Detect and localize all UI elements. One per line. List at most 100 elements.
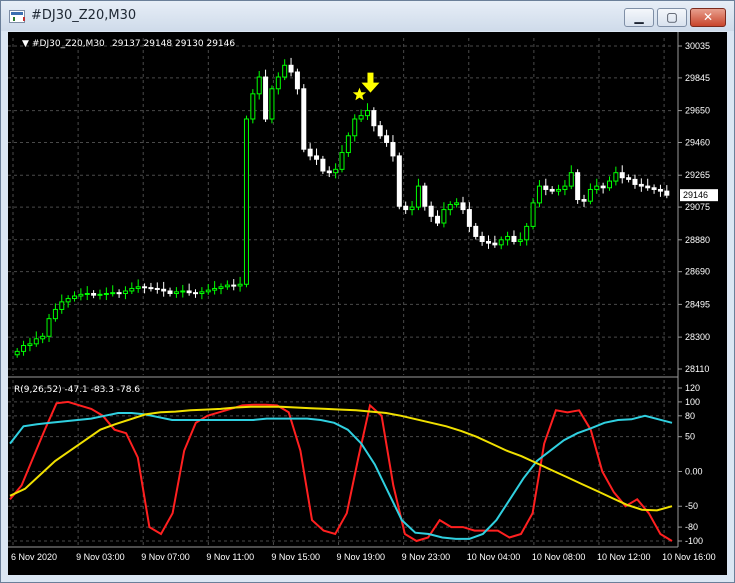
bear-candle (657, 188, 663, 192)
bear-candle (638, 183, 644, 187)
bull-candle (517, 239, 523, 242)
time-tick-label: 9 Nov 03:00 (76, 552, 125, 562)
dropdown-arrow-icon[interactable]: ▼ (22, 39, 29, 49)
bull-candle (536, 185, 542, 204)
bull-candle (243, 118, 249, 285)
bull-candle (46, 318, 52, 337)
bull-candle (556, 188, 562, 192)
bull-candle (352, 118, 358, 137)
close-button[interactable]: ✕ (690, 8, 726, 27)
bear-candle (492, 242, 498, 246)
price-tick-label: 28690 (685, 267, 710, 277)
bull-candle (199, 291, 205, 294)
bear-candle (466, 209, 472, 227)
bull-candle (27, 343, 33, 347)
bull-candle (256, 76, 262, 95)
time-tick-label: 9 Nov 07:00 (141, 552, 190, 562)
bear-candle (645, 185, 651, 189)
bull-candle (84, 292, 90, 295)
title-bar[interactable]: #DJ30_Z20,M30 ▁ ▢ ✕ (1, 1, 734, 31)
minimize-button[interactable]: ▁ (624, 8, 654, 27)
price-tick-label: 28880 (685, 235, 710, 245)
price-tick-label: 28110 (685, 364, 709, 374)
bear-candle (116, 292, 122, 295)
star-marker (352, 87, 367, 101)
bull-candle (568, 172, 574, 187)
bull-candle (447, 204, 453, 211)
bull-candle (339, 152, 345, 170)
grid (8, 38, 674, 547)
bear-candle (460, 202, 466, 211)
bear-candle (403, 205, 409, 211)
bull-candle (333, 168, 339, 174)
ohlc-values: 29137 29148 29130 29146 (112, 39, 235, 49)
oscillator-tick-label: 50 (685, 432, 695, 442)
bull-candle (498, 239, 504, 246)
bull-candle (415, 185, 421, 208)
signal-marker (352, 72, 380, 101)
bull-candle (587, 188, 593, 202)
bull-candle (129, 287, 135, 292)
bull-candle (110, 292, 116, 295)
candles (14, 57, 670, 358)
oscillator-tick-label: -50 (685, 501, 698, 511)
bull-candle (103, 292, 109, 295)
price-tick-label: 29075 (685, 202, 710, 212)
time-tick-label: 9 Nov 19:00 (337, 552, 386, 562)
bull-candle (364, 110, 370, 117)
chart-window-icon (9, 10, 25, 23)
bull-candle (78, 293, 84, 297)
bull-candle (530, 202, 536, 227)
chart-canvas[interactable]: ▼ #DJ30_Z20,M30 29137 29148 29130 29146 … (8, 32, 727, 575)
bear-candle (600, 185, 606, 189)
bull-candle (282, 64, 288, 78)
time-tick-label: 10 Nov 12:00 (597, 552, 651, 562)
bull-candle (237, 283, 243, 287)
bull-candle (21, 345, 27, 352)
bull-candle (275, 76, 281, 90)
chart-window: #DJ30_Z20,M30 ▁ ▢ ✕ ▼ #DJ30_Z20,M30 2913… (0, 0, 735, 583)
bull-candle (173, 291, 179, 294)
bull-candle (562, 185, 568, 190)
bear-candle (148, 287, 154, 290)
axis-ticks: 30035 29845 29650 29460 29265 29075 28880 28690… (11, 41, 718, 562)
bull-candle (250, 93, 256, 120)
price-tick-label: 28300 (685, 332, 710, 342)
bear-candle (288, 64, 294, 73)
oscillator-tick-label: 80 (685, 411, 695, 421)
bear-candle (626, 177, 632, 180)
bear-candle (619, 172, 625, 179)
bull-candle (345, 135, 351, 154)
chart-area[interactable]: ▼ #DJ30_Z20,M30 29137 29148 29130 29146 … (8, 32, 727, 575)
bear-candle (371, 110, 377, 127)
bull-candle (122, 290, 128, 294)
bear-candle (396, 155, 402, 207)
time-tick-label: 9 Nov 15:00 (271, 552, 320, 562)
bull-candle (212, 287, 218, 291)
oscillator-tick-label: -80 (685, 522, 698, 532)
price-tick-label: 30035 (685, 41, 710, 51)
bear-candle (294, 71, 300, 90)
bull-candle (409, 206, 415, 211)
bull-candle (65, 298, 71, 303)
current-price-label: 29146 (683, 190, 708, 200)
bear-candle (543, 185, 549, 190)
price-tick-label: 29460 (685, 137, 710, 147)
axes (8, 32, 679, 548)
bear-candle (154, 287, 160, 290)
bear-candle (193, 292, 199, 295)
time-tick-label: 10 Nov 04:00 (467, 552, 521, 562)
bear-candle (479, 235, 485, 242)
bear-candle (664, 190, 670, 196)
oscillator-tick-label: -100 (685, 536, 703, 546)
labels: ▼ #DJ30_Z20,M30 29137 29148 29130 29146 … (14, 39, 235, 395)
bull-candle (72, 295, 78, 300)
time-tick-label: 10 Nov 16:00 (662, 552, 716, 562)
price-tick-label: 28495 (685, 299, 710, 309)
bull-candle (454, 202, 460, 206)
maximize-button[interactable]: ▢ (657, 8, 687, 27)
bear-candle (231, 284, 237, 287)
bear-candle (186, 290, 192, 294)
bull-candle (441, 209, 447, 224)
bear-candle (390, 141, 396, 157)
